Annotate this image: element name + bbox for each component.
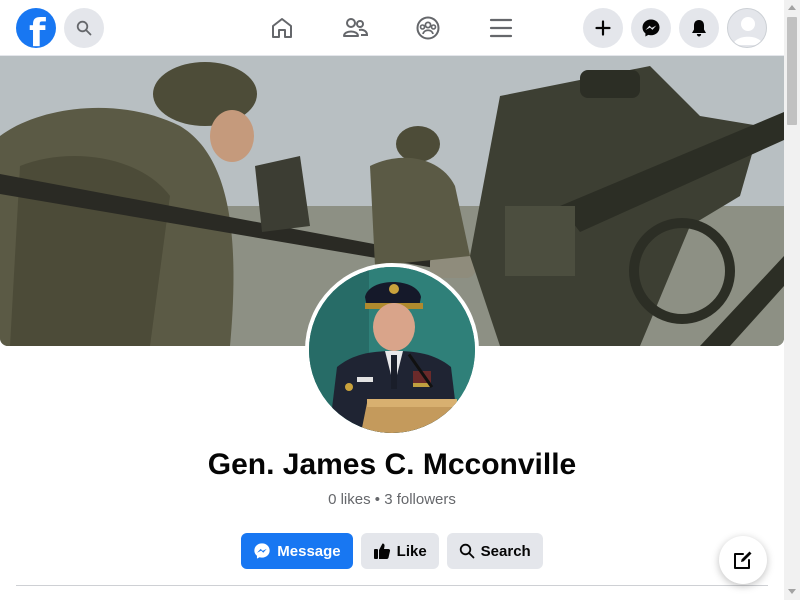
compose-icon	[734, 551, 752, 569]
search-button-label: Search	[480, 542, 531, 560]
profile-picture[interactable]	[305, 263, 479, 437]
messenger-icon	[254, 543, 270, 559]
like-button[interactable]: Like	[360, 533, 439, 569]
notifications-button[interactable]	[679, 8, 719, 48]
new-message-button[interactable]	[719, 536, 767, 584]
menu-icon	[489, 18, 513, 38]
plus-icon	[595, 20, 611, 36]
bell-icon	[692, 20, 706, 37]
search-icon	[76, 20, 92, 36]
like-button-label: Like	[396, 542, 427, 560]
facebook-logo-icon[interactable]: f	[16, 8, 56, 48]
avatar-icon	[733, 17, 763, 45]
messenger-button[interactable]	[631, 8, 671, 48]
section-divider	[16, 585, 768, 586]
account-avatar-button[interactable]	[727, 8, 767, 48]
page-scrollbar[interactable]	[784, 0, 800, 600]
top-navigation-bar: f	[0, 0, 784, 56]
profile-photo-image	[309, 267, 475, 433]
scrollbar-thumb[interactable]	[787, 17, 797, 125]
scroll-up-arrow-icon[interactable]	[788, 5, 796, 10]
create-button[interactable]	[583, 8, 623, 48]
search-icon	[459, 543, 475, 559]
messenger-icon	[642, 19, 660, 37]
profile-actions: Message Like Search	[0, 533, 784, 569]
nav-menu[interactable]	[485, 12, 517, 44]
message-button-label: Message	[277, 542, 341, 560]
search-button[interactable]	[64, 8, 104, 48]
profile-stats: 0 likes • 3 followers	[328, 491, 456, 508]
scroll-down-arrow-icon[interactable]	[788, 589, 796, 594]
friends-icon	[343, 18, 369, 37]
nav-home[interactable]	[266, 12, 298, 44]
profile-name: Gen. James C. Mcconville	[207, 448, 577, 481]
groups-icon	[416, 16, 440, 40]
nav-friends[interactable]	[339, 12, 371, 44]
thumbs-up-icon	[373, 543, 390, 559]
message-button[interactable]: Message	[241, 533, 353, 569]
nav-groups[interactable]	[412, 12, 444, 44]
home-icon	[272, 18, 292, 38]
search-profile-button[interactable]: Search	[446, 533, 543, 569]
